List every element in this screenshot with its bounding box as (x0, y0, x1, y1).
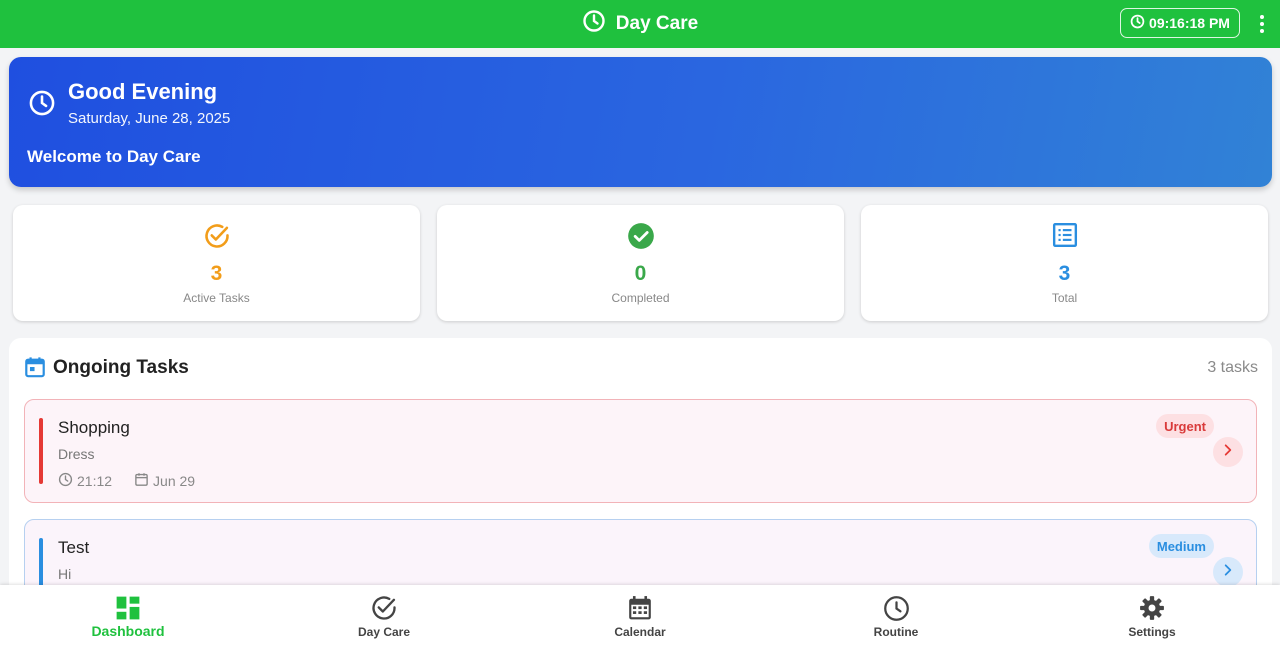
clock-icon (582, 9, 606, 39)
clock-time: 09:16:18 PM (1149, 15, 1230, 31)
task-card[interactable]: Shopping Dress 21:12 Jun 29 Urgent (24, 399, 1257, 503)
stat-card-total[interactable]: 3 Total (861, 205, 1268, 321)
priority-accent-bar (39, 418, 43, 484)
nav-item-settings[interactable]: Settings (1024, 585, 1280, 648)
task-meta: 21:12 Jun 29 (58, 472, 195, 490)
dashboard-icon (115, 595, 141, 621)
gear-icon (1139, 595, 1165, 621)
check-circle-filled-icon (437, 222, 844, 250)
more-menu-button[interactable] (1252, 10, 1272, 38)
nav-item-routine[interactable]: Routine (768, 585, 1024, 648)
open-task-button[interactable] (1213, 437, 1243, 467)
app-title-text: Day Care (615, 13, 699, 34)
nav-label: Calendar (614, 625, 666, 639)
task-title: Shopping (58, 418, 130, 437)
clock-icon (58, 472, 73, 490)
check-circle-icon (370, 595, 398, 621)
priority-badge: Medium (1148, 534, 1214, 558)
stat-card-active[interactable]: 3 Active Tasks (13, 205, 420, 321)
task-date: Jun 29 (153, 473, 196, 489)
stat-label: Completed (611, 291, 670, 305)
chevron-right-icon (1221, 563, 1235, 582)
nav-label: Settings (1128, 625, 1176, 639)
nav-item-dashboard[interactable]: Dashboard (0, 585, 256, 648)
greeting-card: Good Evening Saturday, June 28, 2025 Wel… (9, 57, 1272, 187)
nav-label: Dashboard (91, 623, 165, 639)
check-circle-outline-icon (13, 222, 420, 250)
live-clock: 09:16:18 PM (1120, 8, 1240, 38)
task-count: 3 tasks (1207, 359, 1258, 376)
ongoing-tasks-panel: Ongoing Tasks 3 tasks Shopping Dress 21:… (9, 338, 1272, 623)
app-title: Day Care (0, 0, 1280, 48)
task-description: Dress (58, 446, 95, 462)
chevron-right-icon (1221, 443, 1235, 462)
stat-value: 3 (1058, 262, 1071, 285)
nav-item-day-care[interactable]: Day Care (256, 585, 512, 648)
clock-icon (883, 595, 910, 621)
nav-label: Day Care (357, 625, 411, 639)
open-task-button[interactable] (1213, 557, 1243, 587)
stat-value: 3 (210, 262, 223, 285)
task-time: 21:12 (77, 473, 113, 489)
greeting-title: Good Evening (68, 79, 218, 104)
task-title: Test (58, 538, 90, 557)
list-icon (861, 222, 1268, 248)
more-icon (1260, 15, 1264, 19)
task-description: Hi (58, 566, 72, 582)
bottom-navigation: Dashboard Day Care Calendar Routine Sett… (0, 585, 1280, 648)
clock-icon (28, 89, 56, 122)
stat-card-completed[interactable]: 0 Completed (437, 205, 844, 321)
greeting-date: Saturday, June 28, 2025 (68, 110, 231, 127)
stat-label: Total (1051, 291, 1078, 305)
priority-badge: Urgent (1156, 414, 1214, 438)
welcome-message: Welcome to Day Care (27, 147, 201, 166)
calendar-icon (134, 472, 149, 490)
calendar-icon (627, 595, 653, 621)
calendar-icon (24, 356, 46, 383)
stat-label: Active Tasks (183, 291, 250, 305)
app-bar: Day Care 09:16:18 PM (0, 0, 1280, 48)
section-title: Ongoing Tasks (53, 357, 189, 378)
clock-icon (1130, 14, 1145, 32)
nav-label: Routine (873, 625, 919, 639)
nav-item-calendar[interactable]: Calendar (512, 585, 768, 648)
stat-value: 0 (634, 262, 647, 285)
